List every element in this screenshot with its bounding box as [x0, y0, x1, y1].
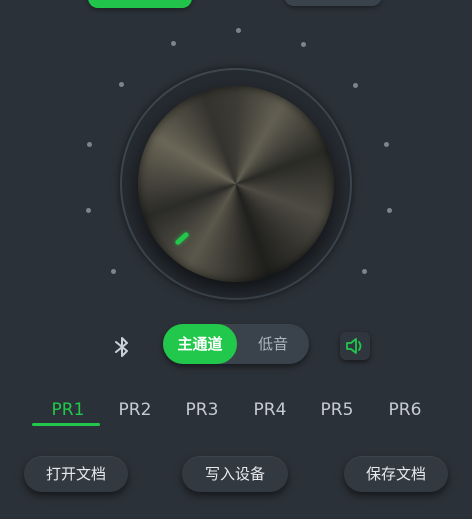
top-left-tab-button[interactable]: [88, 0, 192, 8]
knob-tick: [87, 142, 92, 147]
knob-tick: [384, 142, 389, 147]
preset-tab-pr5[interactable]: PR5: [303, 390, 371, 430]
preset-active-underline: [32, 423, 100, 426]
save-doc-button[interactable]: 保存文档: [344, 456, 448, 492]
knob-tick: [111, 269, 116, 274]
knob-tick: [86, 208, 91, 213]
knob-tick: [119, 82, 124, 87]
preset-tab-pr6[interactable]: PR6: [371, 390, 439, 430]
volume-knob[interactable]: [138, 86, 334, 282]
preset-tab-pr4[interactable]: PR4: [236, 390, 304, 430]
write-device-button[interactable]: 写入设备: [182, 456, 288, 492]
knob-tick: [301, 42, 306, 47]
open-doc-button[interactable]: 打开文档: [24, 456, 128, 492]
channel-option-main[interactable]: 主通道: [163, 324, 237, 364]
speaker-icon[interactable]: [340, 332, 370, 360]
bluetooth-icon[interactable]: [108, 333, 136, 361]
knob-tick: [353, 83, 358, 88]
knob-tick: [362, 269, 367, 274]
knob-tick: [171, 41, 176, 46]
preset-tab-pr3[interactable]: PR3: [168, 390, 236, 430]
top-right-tab-button[interactable]: [284, 0, 382, 6]
knob-tick: [236, 28, 241, 33]
channel-toggle: 主通道 低音: [163, 324, 309, 364]
knob-tick: [387, 208, 392, 213]
preset-tab-pr2[interactable]: PR2: [101, 390, 169, 430]
channel-option-bass[interactable]: 低音: [237, 324, 309, 364]
